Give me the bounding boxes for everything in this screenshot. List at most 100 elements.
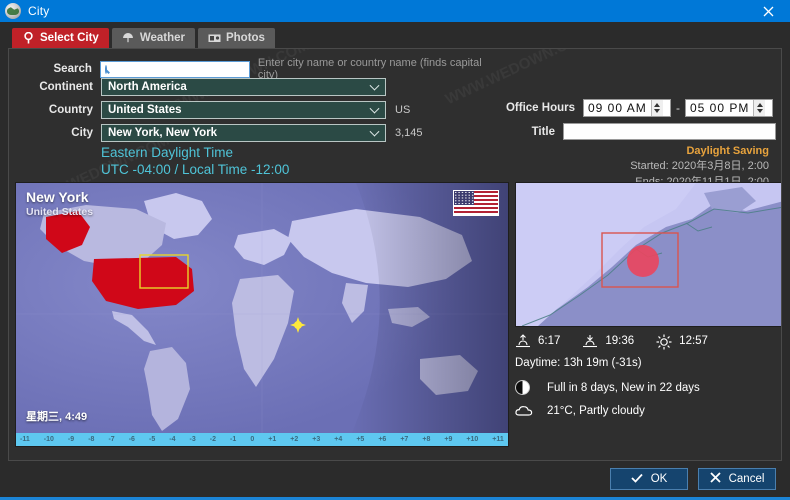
sunrise-value: 6:17 <box>538 335 560 347</box>
office-end-input[interactable]: 05 00 PM <box>685 99 773 117</box>
country-label: Country <box>21 104 93 116</box>
x-icon <box>710 472 721 486</box>
daytime-duration: Daytime: 13h 19m (-31s) <box>515 357 782 369</box>
office-end-stepper[interactable] <box>753 100 765 116</box>
sunset-icon <box>582 334 598 348</box>
content-panel: WWW.WEDOWN.COM WWW.WEDOWN.COM WWW.WEDOWN… <box>8 48 782 461</box>
astronomy-info: 6:17 19:36 12:57 Daytime: 13h 19m (-31s)… <box>515 334 782 426</box>
chevron-down-icon <box>370 81 380 91</box>
weather-row: 21°C, Partly cloudy <box>515 404 782 417</box>
sun-icon <box>656 334 672 348</box>
office-hours-label: Office Hours <box>489 102 575 114</box>
mini-map[interactable] <box>515 182 782 327</box>
city-value: New York, New York <box>108 127 217 139</box>
office-start-value: 09 00 AM <box>588 101 647 115</box>
solar-noon-value: 12:57 <box>679 335 708 347</box>
tz-tick: -11 <box>20 436 30 443</box>
tz-tick: -2 <box>210 436 216 443</box>
continent-value: North America <box>108 81 187 93</box>
moon-phase-value: Full in 8 days, New in 22 days <box>547 382 700 394</box>
world-map-local-time: 星期三, 4:49 <box>26 408 87 424</box>
office-start-input[interactable]: 09 00 AM <box>583 99 671 117</box>
world-map-country: United States <box>26 206 93 218</box>
world-map[interactable]: New York United States 星期三, 4:49 -11 -1 0… <box>15 182 509 447</box>
tz-tick: +3 <box>312 436 320 443</box>
world-map-graphic <box>16 183 508 446</box>
tab-select-city[interactable]: Select City <box>12 28 109 48</box>
tab-weather-label: Weather <box>140 32 185 44</box>
tz-tick: -6 <box>129 436 135 443</box>
title-bar: City <box>0 0 790 22</box>
city-select[interactable]: New York, New York <box>101 124 386 142</box>
tz-tick: +4 <box>334 436 342 443</box>
tab-select-city-label: Select City <box>40 32 99 44</box>
city-marker-icon <box>627 245 659 277</box>
search-icon <box>105 65 107 74</box>
tz-tick: +11 <box>492 436 504 443</box>
tz-tick: -4 <box>169 436 175 443</box>
close-icon[interactable] <box>746 0 790 22</box>
tz-tick: +9 <box>444 436 452 443</box>
app-globe-icon <box>5 3 21 19</box>
map-pin-icon <box>22 32 35 45</box>
sunrise-icon <box>515 334 531 348</box>
timezone-name: Eastern Daylight Time <box>101 145 233 160</box>
office-end-value: 05 00 PM <box>690 101 749 115</box>
country-select[interactable]: United States <box>101 101 386 119</box>
country-code: US <box>395 104 410 116</box>
sunset-value: 19:36 <box>605 335 634 347</box>
us-flag-icon <box>453 190 499 216</box>
search-label: Search <box>21 63 92 75</box>
tz-tick: +6 <box>378 436 386 443</box>
timezone-scale[interactable]: -11 -10 -9 -8 -7 -6 -5 -4 -3 -2 -1 0 +1 … <box>16 433 508 446</box>
weather-value: 21°C, Partly cloudy <box>547 405 645 417</box>
maps-region: New York United States 星期三, 4:49 -11 -1 0… <box>15 182 775 460</box>
continent-select[interactable]: North America <box>101 78 386 96</box>
camera-icon <box>208 32 221 45</box>
tz-tick: -8 <box>88 436 94 443</box>
tab-photos[interactable]: Photos <box>198 28 275 48</box>
cancel-label: Cancel <box>729 473 765 485</box>
city-label: City <box>21 127 93 139</box>
city-form: Search Enter city name or country name (… <box>9 49 781 179</box>
umbrella-icon <box>122 32 135 45</box>
cloud-icon <box>515 404 533 417</box>
search-input[interactable] <box>100 61 250 78</box>
tz-tick: -7 <box>108 436 114 443</box>
city-count: 3,145 <box>395 127 423 139</box>
cancel-button[interactable]: Cancel <box>698 468 776 490</box>
tz-tick: +2 <box>290 436 298 443</box>
office-start-stepper[interactable] <box>651 100 663 116</box>
tz-tick: -5 <box>149 436 155 443</box>
tz-tick: -3 <box>190 436 196 443</box>
tab-photos-label: Photos <box>226 32 265 44</box>
tz-tick: -1 <box>230 436 236 443</box>
search-field[interactable] <box>111 63 253 75</box>
daylight-saving-started: Started: 2020年3月8日, 2:00 <box>519 157 769 173</box>
chevron-down-icon <box>370 104 380 114</box>
daylight-saving-heading: Daylight Saving <box>519 145 769 157</box>
tz-tick: -9 <box>68 436 74 443</box>
office-hours-separator: - <box>676 101 680 115</box>
sun-times-row: 6:17 19:36 12:57 <box>515 334 782 348</box>
tab-weather[interactable]: Weather <box>112 28 195 48</box>
chevron-down-icon <box>370 127 380 137</box>
tz-tick: +5 <box>356 436 364 443</box>
check-icon <box>631 473 643 486</box>
tz-tick: 0 <box>250 436 254 443</box>
country-value: United States <box>108 104 182 116</box>
ok-label: OK <box>651 473 668 485</box>
ok-button[interactable]: OK <box>610 468 688 490</box>
moon-phase-row: Full in 8 days, New in 22 days <box>515 380 782 395</box>
moon-phase-icon <box>515 380 530 395</box>
continent-label: Continent <box>21 81 93 93</box>
mini-map-graphic <box>516 183 782 326</box>
tz-tick: +8 <box>422 436 430 443</box>
title-input[interactable] <box>563 123 776 140</box>
city-dialog: City Select City Weather Photos WWW.WEDO… <box>0 0 790 500</box>
title-label: Title <box>489 126 555 138</box>
world-map-city: New York <box>26 189 89 205</box>
timezone-utc: UTC -04:00 / Local Time -12:00 <box>101 162 289 177</box>
tz-tick: +1 <box>268 436 276 443</box>
window-title: City <box>28 4 49 18</box>
